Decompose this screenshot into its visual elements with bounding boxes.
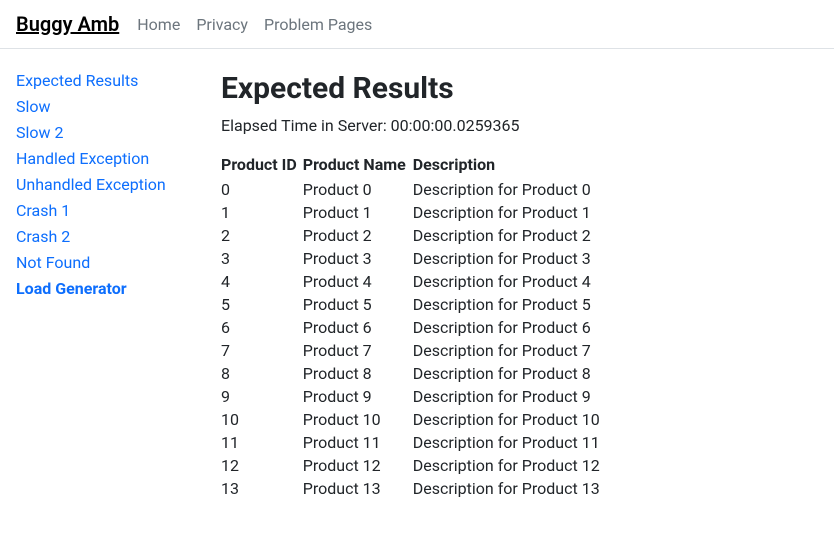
cell-product-name: Product 1 bbox=[303, 201, 413, 224]
cell-product-id: 12 bbox=[221, 454, 303, 477]
brand-link[interactable]: Buggy Amb bbox=[16, 8, 119, 40]
cell-description: Description for Product 5 bbox=[413, 293, 606, 316]
sidebar: Expected ResultsSlowSlow 2Handled Except… bbox=[16, 69, 191, 500]
cell-product-id: 6 bbox=[221, 316, 303, 339]
elapsed-value: 00:00:00.0259365 bbox=[391, 116, 520, 135]
cell-product-id: 4 bbox=[221, 270, 303, 293]
nav-home[interactable]: Home bbox=[137, 11, 180, 38]
cell-product-name: Product 3 bbox=[303, 247, 413, 270]
col-description: Description bbox=[413, 155, 606, 178]
cell-product-id: 11 bbox=[221, 431, 303, 454]
cell-product-name: Product 6 bbox=[303, 316, 413, 339]
table-row: 7Product 7Description for Product 7 bbox=[221, 339, 606, 362]
sidebar-item[interactable]: Slow 2 bbox=[16, 121, 191, 145]
cell-product-name: Product 0 bbox=[303, 178, 413, 201]
table-row: 3Product 3Description for Product 3 bbox=[221, 247, 606, 270]
cell-product-id: 0 bbox=[221, 178, 303, 201]
elapsed-label: Elapsed Time in Server: bbox=[221, 116, 391, 135]
table-row: 2Product 2Description for Product 2 bbox=[221, 224, 606, 247]
cell-description: Description for Product 13 bbox=[413, 477, 606, 500]
table-header-row: Product ID Product Name Description bbox=[221, 155, 606, 178]
main-content: Expected Results Elapsed Time in Server:… bbox=[221, 69, 818, 500]
products-table: Product ID Product Name Description 0Pro… bbox=[221, 155, 606, 500]
sidebar-item[interactable]: Crash 1 bbox=[16, 199, 191, 223]
cell-description: Description for Product 7 bbox=[413, 339, 606, 362]
cell-product-name: Product 7 bbox=[303, 339, 413, 362]
cell-description: Description for Product 3 bbox=[413, 247, 606, 270]
cell-product-id: 7 bbox=[221, 339, 303, 362]
nav-links: Home Privacy Problem Pages bbox=[137, 11, 372, 38]
sidebar-item[interactable]: Expected Results bbox=[16, 69, 191, 93]
cell-product-id: 13 bbox=[221, 477, 303, 500]
sidebar-item[interactable]: Handled Exception bbox=[16, 147, 191, 171]
table-row: 5Product 5Description for Product 5 bbox=[221, 293, 606, 316]
cell-product-name: Product 13 bbox=[303, 477, 413, 500]
cell-description: Description for Product 2 bbox=[413, 224, 606, 247]
nav-privacy[interactable]: Privacy bbox=[196, 11, 248, 38]
cell-description: Description for Product 0 bbox=[413, 178, 606, 201]
cell-description: Description for Product 1 bbox=[413, 201, 606, 224]
table-row: 8Product 8Description for Product 8 bbox=[221, 362, 606, 385]
table-row: 12Product 12Description for Product 12 bbox=[221, 454, 606, 477]
table-row: 1Product 1Description for Product 1 bbox=[221, 201, 606, 224]
topbar: Buggy Amb Home Privacy Problem Pages bbox=[0, 0, 834, 49]
sidebar-item[interactable]: Unhandled Exception bbox=[16, 173, 191, 197]
table-row: 6Product 6Description for Product 6 bbox=[221, 316, 606, 339]
cell-description: Description for Product 11 bbox=[413, 431, 606, 454]
cell-product-name: Product 9 bbox=[303, 385, 413, 408]
cell-product-id: 1 bbox=[221, 201, 303, 224]
table-row: 4Product 4Description for Product 4 bbox=[221, 270, 606, 293]
sidebar-item[interactable]: Not Found bbox=[16, 251, 191, 275]
cell-product-id: 5 bbox=[221, 293, 303, 316]
cell-product-name: Product 4 bbox=[303, 270, 413, 293]
sidebar-item[interactable]: Crash 2 bbox=[16, 225, 191, 249]
table-row: 9Product 9Description for Product 9 bbox=[221, 385, 606, 408]
elapsed-line: Elapsed Time in Server: 00:00:00.0259365 bbox=[221, 116, 818, 135]
cell-description: Description for Product 9 bbox=[413, 385, 606, 408]
cell-description: Description for Product 8 bbox=[413, 362, 606, 385]
cell-description: Description for Product 12 bbox=[413, 454, 606, 477]
cell-description: Description for Product 6 bbox=[413, 316, 606, 339]
sidebar-item[interactable]: Slow bbox=[16, 95, 191, 119]
col-product-id: Product ID bbox=[221, 155, 303, 178]
cell-description: Description for Product 4 bbox=[413, 270, 606, 293]
table-row: 0Product 0Description for Product 0 bbox=[221, 178, 606, 201]
page-title: Expected Results bbox=[221, 71, 818, 106]
cell-product-id: 8 bbox=[221, 362, 303, 385]
cell-product-id: 10 bbox=[221, 408, 303, 431]
cell-product-name: Product 2 bbox=[303, 224, 413, 247]
nav-problem-pages[interactable]: Problem Pages bbox=[264, 11, 372, 38]
table-row: 10Product 10Description for Product 10 bbox=[221, 408, 606, 431]
cell-product-id: 9 bbox=[221, 385, 303, 408]
topbar-inner: Buggy Amb Home Privacy Problem Pages bbox=[0, 8, 834, 40]
col-product-name: Product Name bbox=[303, 155, 413, 178]
cell-product-name: Product 12 bbox=[303, 454, 413, 477]
cell-product-name: Product 10 bbox=[303, 408, 413, 431]
cell-product-id: 3 bbox=[221, 247, 303, 270]
cell-product-name: Product 5 bbox=[303, 293, 413, 316]
cell-product-name: Product 8 bbox=[303, 362, 413, 385]
sidebar-item[interactable]: Load Generator bbox=[16, 277, 191, 301]
cell-product-name: Product 11 bbox=[303, 431, 413, 454]
cell-description: Description for Product 10 bbox=[413, 408, 606, 431]
table-row: 11Product 11Description for Product 11 bbox=[221, 431, 606, 454]
table-row: 13Product 13Description for Product 13 bbox=[221, 477, 606, 500]
page-body: Expected ResultsSlowSlow 2Handled Except… bbox=[0, 49, 834, 520]
cell-product-id: 2 bbox=[221, 224, 303, 247]
